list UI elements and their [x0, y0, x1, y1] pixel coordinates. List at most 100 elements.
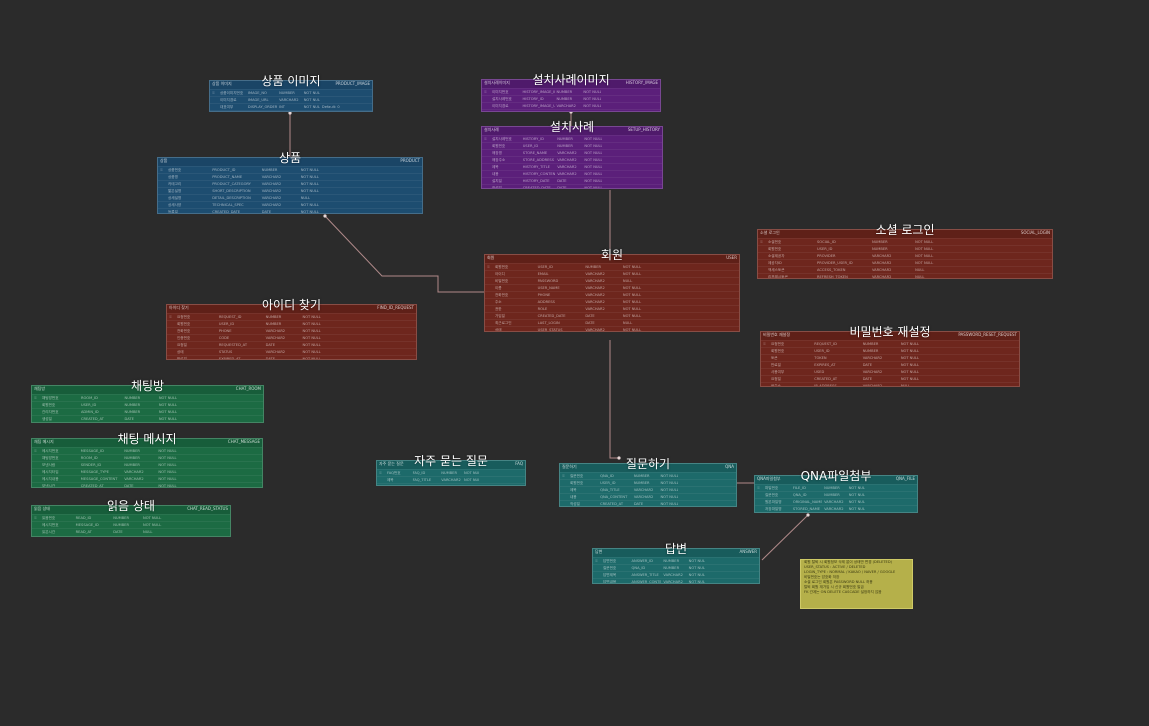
table-row[interactable]: 상태 USER_STATUS VARCHAR2 NOT NULL — [485, 326, 739, 331]
table-row[interactable]: 작성일 CREATED_DATE DATE NOT NULL — [482, 184, 662, 188]
table-row[interactable]: 채팅방번호 ROOM_ID NUMBER NOT NULL — [32, 454, 262, 461]
table-row[interactable]: 답변제목 ANSWER_TITLE VARCHAR2 NOT NULL — [593, 571, 759, 578]
table-row[interactable]: 등록일 CREATED_DATE DATE NOT NULL — [158, 208, 422, 213]
table-row[interactable]: ⚿ 채팅방번호 ROOM_ID NUMBER NOT NULL — [32, 394, 263, 401]
table-row[interactable]: 회원번호 USER_ID NUMBER NOT NULL — [482, 142, 662, 149]
table-row[interactable]: 질문번호 QNA_ID NUMBER NOT NULL — [755, 491, 917, 498]
table-row[interactable]: 제공자ID PROVIDER_USER_ID VARCHAR2 NOT NULL — [758, 259, 1052, 266]
table-row[interactable]: 설치일 HISTORY_DATE DATE NOT NULL — [482, 177, 662, 184]
table-row[interactable]: ⚿ FAQ번호 FAQ_ID NUMBER NOT NULL — [377, 469, 525, 476]
table-row[interactable]: 회원번호 USER_ID NUMBER NOT NULL — [758, 245, 1052, 252]
table-answer[interactable]: 답변 ANSWER 답변 ⚿ 답변번호 ANSWER_ID NUMBER NOT NULL 질문… — [592, 542, 760, 584]
table-row[interactable]: 순서HISTORY_IMAGE_ORDERNUMBERNOT NULL — [482, 109, 660, 111]
table-row[interactable]: 보낸사람 SENDER_ID NUMBER NOT NULL — [32, 461, 262, 468]
table-row[interactable]: ⚿ 상품번호 PRODUCT_ID NUMBER NOT NULL — [158, 166, 422, 173]
table-row[interactable]: 만료일 EXPIRES_AT DATE NOT NULL — [761, 361, 1019, 368]
table-row[interactable]: 권한 ROLE VARCHAR2 NOT NULL — [485, 305, 739, 312]
table-qna[interactable]: 질문하기 QNA 질문하기 ⚿ 질문번호 QNA_ID NUMBER NOT NULL 회원번호… — [559, 457, 737, 507]
table-row[interactable]: 상품명 PRODUCT_NAME VARCHAR2 NOT NULL — [158, 173, 422, 180]
table-product-image[interactable]: 상품 이미지 PRODUCT_IMAGE 상품 이미지 ⚿ 상품이미지번호 IMAGE_N… — [209, 74, 373, 112]
table-row[interactable]: 리프레시토큰 REFRESH_TOKEN VARCHAR2 NULL — [758, 273, 1052, 278]
table-row[interactable]: 상세사양 TECHNICAL_SPEC VARCHAR2 NOT NULL — [158, 201, 422, 208]
table-row[interactable]: ⚿ 메시지번호 MESSAGE_ID NUMBER NOT NULL — [32, 447, 262, 454]
table-row[interactable]: 회원번호 USER_ID NUMBER NOT NULL — [761, 347, 1019, 354]
table-row[interactable]: 답변내용 ANSWER_CONTENTVARCHAR2 NOT NULL — [593, 578, 759, 583]
table-row[interactable]: 설치사례번호 HISTORY_ID NUMBER NOT NULL — [482, 95, 660, 102]
table-row[interactable]: ⚿ 이미지번호 HISTORY_IMAGE_ID NUMBER NOT NULL — [482, 88, 660, 95]
table-row[interactable]: 생성일 CREATED_AT DATE NOT NULL — [32, 415, 263, 422]
table-row[interactable]: 카테고리 PRODUCT_CATEGORY VARCHAR2 NOT NULL — [158, 180, 422, 187]
table-row[interactable]: ⚿ 읽음번호 READ_ID NUMBER NOT NULL — [32, 514, 230, 521]
table-row[interactable]: 회원번호 USER_ID NUMBER NOT NULL — [167, 320, 416, 327]
table-row[interactable]: 메시지내용 MESSAGE_CONTENT VARCHAR2 NOT NULL — [32, 475, 262, 482]
table-row[interactable]: 메시지번호 MESSAGE_ID NUMBER NOT NULL — [32, 521, 230, 528]
table-row[interactable]: 상세설명 DETAIL_DESCRIPTION VARCHAR2 NULL — [158, 194, 422, 201]
table-row[interactable]: 메시지타입 MESSAGE_TYPE VARCHAR2 NOT NULL — [32, 468, 262, 475]
table-cell: 이미지경로 — [492, 104, 509, 108]
table-row[interactable]: 전화번호 PHONE VARCHAR2 NOT NULL — [485, 291, 739, 298]
table-row[interactable]: 짧은설명 SHORT_DESCRIPTION VARCHAR2 NOT NULL — [158, 187, 422, 194]
table-find-id[interactable]: 아이디 찾기 FIND_ID_REQUEST 아이디 찾기 ⚿ 요청번호 REQUEST_… — [166, 298, 417, 360]
table-row[interactable]: ⚿ 질문번호 QNA_ID NUMBER NOT NULL — [560, 472, 736, 479]
table-row[interactable]: ⚿ 요청번호 REQUEST_ID NUMBER NOT NULL — [167, 313, 416, 320]
table-qna-file[interactable]: QNA파일첨부 QNA_FILE QNA파일첨부 ⚿ 파일번호 FILE_ID NUMBER… — [754, 469, 918, 513]
table-row[interactable]: ⚿ 답변번호 ANSWER_ID NUMBER NOT NULL — [593, 557, 759, 564]
table-row[interactable]: 소셜제공자 PROVIDER VARCHAR2 NOT NULL — [758, 252, 1052, 259]
table-row[interactable]: 상태 STATUS VARCHAR2 NOT NULL — [167, 348, 416, 355]
table-row[interactable]: 매장명 STORE_NAME VARCHAR2 NOT NULL — [482, 149, 662, 156]
table-row[interactable]: 비밀번호 PASSWORD VARCHAR2 NULL — [485, 277, 739, 284]
table-row[interactable]: 요청일 CREATED_AT DATE NOT NULL — [761, 375, 1019, 382]
table-reset-pw[interactable]: 비밀번호 재설정 PASSWORD_RESET_REQUEST 비밀번호 재설정 ⚿ 요… — [760, 325, 1020, 387]
table-row[interactable]: 저장파일명 STORED_NAMEVARCHAR2 NOT NULL — [755, 505, 917, 512]
table-chat-message[interactable]: 채팅 메시지 CHAT_MESSAGE 채팅 메시지 ⚿ 메시지번호 MESSAGE_ID… — [31, 432, 263, 488]
table-row[interactable]: 이름 USER_NAME VARCHAR2 NOT NULL — [485, 284, 739, 291]
key-marker-icon: ⚿ — [562, 474, 565, 478]
table-row[interactable]: 내용 HISTORY_CONTENT VARCHAR2 NOT NULL — [482, 170, 662, 177]
table-row[interactable]: 읽은시간 READ_AT DATE NULL — [32, 528, 230, 535]
table-row[interactable]: 만료일 EXPIRED_AT DATE NOT NULL — [167, 355, 416, 359]
table-row[interactable]: 작성일 CREATED_AT DATE NOT NULL — [560, 500, 736, 506]
table-row[interactable]: ⚿ 상품이미지번호IMAGE_NO NUMBER NOT NULL — [210, 89, 372, 96]
table-row[interactable]: 전화번호 PHONE VARCHAR2 NOT NULL — [167, 327, 416, 334]
table-row[interactable]: 최근로그인 LAST_LOGIN DATE NULL — [485, 319, 739, 326]
table-row[interactable]: 이미지경로 IMAGE_URL VARCHAR2 NOT NULL — [210, 96, 372, 103]
table-row[interactable]: 질문번호 QNA_ID NUMBER NOT NULL — [593, 564, 759, 571]
table-row[interactable]: ⚿ 파일번호 FILE_ID NUMBER NOT NULL — [755, 484, 917, 491]
table-read-status[interactable]: 읽음 상태 CHAT_READ_STATUS 읽음 상태 ⚿ 읽음번호 READ_ID NU… — [31, 499, 231, 537]
table-product[interactable]: 상품 PRODUCT 상품 ⚿ 상품번호 PRODUCT_ID NUMBER NOT NULL… — [157, 151, 423, 214]
table-row[interactable]: 토큰 TOKEN VARCHAR2 NOT NULL — [761, 354, 1019, 361]
table-row[interactable]: 주소 ADDRESS VARCHAR2 NOT NULL — [485, 298, 739, 305]
table-row[interactable]: 내용 QNA_CONTENT VARCHAR2 NOT NULL — [560, 493, 736, 500]
table-faq[interactable]: 자주 묻는 질문 FAQ 자주 묻는 질문 ⚿ FAQ번호 FAQ_ID NUMBER NOT… — [376, 454, 526, 486]
table-row[interactable]: 회원번호 USER_ID NUMBER NOT NULL — [32, 401, 263, 408]
table-row[interactable]: 이미지경로 HISTORY_IMAGE_URLVARCHAR2 NOT NULL — [482, 102, 660, 109]
table-row[interactable]: ⚿ 소셜번호 SOCIAL_ID NUMBER NOT NULL — [758, 238, 1052, 245]
table-row[interactable]: IP주소 IP_ADDRESS VARCHAR2 NULL — [761, 382, 1019, 386]
table-row[interactable]: 액세스토큰 ACCESS_TOKEN VARCHAR2 NULL — [758, 266, 1052, 273]
table-row[interactable]: 인증번호 CODE VARCHAR2 NOT NULL — [167, 334, 416, 341]
table-row[interactable]: 제목 QNA_TITLE VARCHAR2 NOT NULL — [560, 486, 736, 493]
table-row[interactable]: 요청일 REQUESTED_AT DATE NOT NULL — [167, 341, 416, 348]
table-row[interactable]: 원본파일명 ORIGINAL_NAMEVARCHAR2 NOT NULL — [755, 498, 917, 505]
table-row[interactable]: 아이디 EMAIL VARCHAR2 NOT NULL — [485, 270, 739, 277]
table-history[interactable]: 설치사례 SETUP_HISTORY 설치사례 ⚿ 설치사례번호 HISTORY_ID NU… — [481, 120, 663, 189]
table-row[interactable]: 관리자번호 ADMIN_ID NUMBER NOT NULL — [32, 408, 263, 415]
table-social-login[interactable]: 소셜 로그인 SOCIAL_LOGIN 소셜 로그인 ⚿ 소셜번호 SOCIAL_ID NU… — [757, 223, 1053, 279]
table-row[interactable]: 회원번호 USER_ID NUMBER NOT NULL — [560, 479, 736, 486]
table-row[interactable]: 상품번호PRODUCT_IDNUMBERNOT NULL — [210, 110, 372, 111]
table-member[interactable]: 회원 USER 회원 ⚿ 회원번호 USER_ID NUMBER NOT NULL 아이디 EMA… — [484, 248, 740, 332]
table-history-image[interactable]: 설치사례이미지 HISTORY_IMAGE 설치사례이미지 ⚿ 이미지번호 HISTORY… — [481, 73, 661, 112]
table-row[interactable]: 제목 HISTORY_TITLE VARCHAR2 NOT NULL — [482, 163, 662, 170]
table-row[interactable]: ⚿ 회원번호 USER_ID NUMBER NOT NULL — [485, 263, 739, 270]
table-row[interactable]: ⚿ 설치사례번호 HISTORY_ID NUMBER NOT NULL — [482, 135, 662, 142]
table-row[interactable]: 매장주소 STORE_ADDRESS VARCHAR2 NOT NULL — [482, 156, 662, 163]
table-row[interactable]: 사용여부 USED VARCHAR2 NOT NULL — [761, 368, 1019, 375]
table-cell: VARCHAR2 — [585, 272, 605, 276]
table-row[interactable]: 제목 FAQ_TITLE VARCHAR2NOT NULL — [377, 476, 525, 483]
table-row[interactable]: ⚿ 요청번호 REQUEST_ID NUMBER NOT NULL — [761, 340, 1019, 347]
table-row[interactable]: 내용FAQ_CONTENTVARCHAR2NOT NULL — [377, 483, 525, 485]
table-row[interactable]: 대표여부 DISPLAY_ORDERINT NOT NULLDefault: 0 — [210, 103, 372, 110]
table-row[interactable]: 가입일 CREATED_DATE DATE NOT NULL — [485, 312, 739, 319]
table-chat-room[interactable]: 채팅방 CHAT_ROOM 채팅방 ⚿ 채팅방번호 ROOM_ID NUMBER NOT NU… — [31, 379, 264, 423]
table-row[interactable]: 보낸시간 CREATED_AT DATE NOT NULL — [32, 482, 262, 487]
